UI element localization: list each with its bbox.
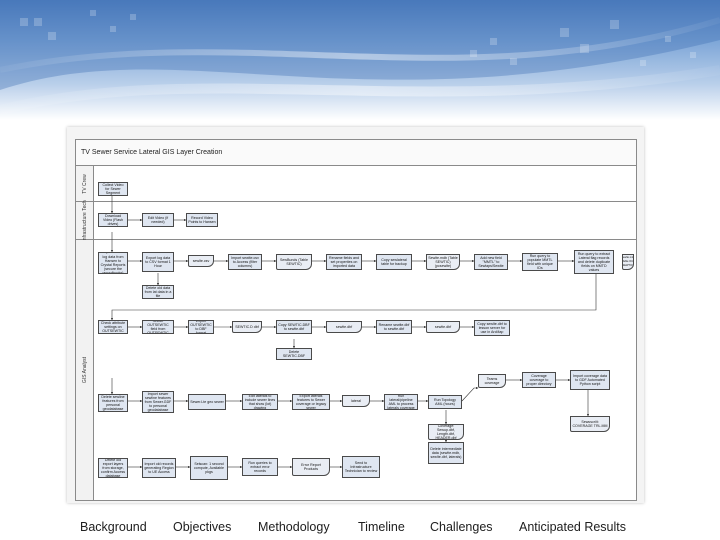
node-coverage-directory: Coverage coverage to proper directory [522, 372, 556, 388]
node-add-mmtl-field: Add new field "MMTL" to Sewlaps/Sewlte [474, 254, 508, 270]
node-error-report: Error Report Products [292, 458, 330, 476]
node-copy-to-server: Copy sewlte.dbf to lesson server for use… [474, 320, 510, 336]
node-rename-dbf: Rename sewlte.dbf to sewlte.dbf [376, 320, 412, 334]
node-delete-sewtic: Delete SEWTIC.DBF [276, 348, 312, 360]
node-edit-video: Edit Video (if needed) [142, 213, 174, 227]
node-extract-lateral-records: Run query to extract Lateral flag record… [574, 250, 614, 274]
header-banner [0, 0, 720, 120]
node-delete-intermediate: Delete intermediate data (sewlte.mdb, se… [428, 442, 464, 464]
node-sewer-lte: Sewer.Lte geo sewer [188, 394, 226, 410]
node-sewuscriit: Sewuscriit: COVERAGE TRL.MM [570, 416, 610, 432]
node-check-attributes: Check attribute settings on OUTSEWTIC [98, 320, 128, 334]
node-collect-video: Collect Video for Sewer Segment [98, 182, 128, 196]
node-sewlte-out: Sewlte.mdb (Table OUT SEWTIC) [622, 254, 634, 270]
node-rename-fields: Rename fields and set properties on impo… [326, 254, 362, 270]
section-nav: Background Objectives Methodology Timeli… [0, 517, 720, 539]
node-download-video: Download Video (Flash drives) [98, 213, 128, 227]
node-sewlte-outsewtic: Sewlte OUTSEWTIC field from OUTSEWTIC [142, 320, 174, 334]
node-import-to-access: Import sewlte.csv to Access (filter colu… [228, 254, 262, 270]
node-sewlte-mdb: Sewlte.mdb (Table SEWTIC) (pcsewlte) [426, 254, 460, 270]
node-delete-export-layers: Delete old export layers from storage, c… [98, 458, 128, 478]
nav-objectives[interactable]: Objectives [173, 520, 231, 534]
node-sewbunds-table: SewBunds (Table SEWTIC) [276, 254, 312, 270]
node-run-error-queries: Run queries to extract error records [242, 458, 278, 476]
node-teams-coverage: Teams coverage [478, 374, 506, 388]
node-sewtic-dbf: SEWTIC.D dbf [232, 321, 262, 333]
node-populate-mmtl: Run query to populate MMTL field with un… [522, 253, 558, 271]
nav-background[interactable]: Background [80, 520, 147, 534]
node-selscan: Selscan: 1 second compute, Available pkg… [190, 456, 228, 480]
node-export-log-csv: Export log data to CSV format 1 Hour [142, 252, 174, 272]
banner-decoration [0, 0, 720, 115]
node-send-to-technician: Send to Infrastructure Technician to rev… [342, 456, 380, 478]
node-coverage-files: Coverage: Sewup.dbf, Length.dbf, HEADER.… [428, 424, 464, 440]
diagram-frame: TV Sewer Service Lateral GIS Layer Creat… [67, 127, 644, 503]
node-export-laterals: Export laterals features to Sewer covera… [292, 394, 330, 410]
node-import-sewline-features: Import sewer sewline features from Sewer… [142, 391, 174, 413]
nav-methodology[interactable]: Methodology [258, 520, 330, 534]
nav-challenges[interactable]: Challenges [430, 520, 493, 534]
nav-timeline[interactable]: Timeline [358, 520, 405, 534]
node-sewlte-dbf-renamed: sewlte.dbf [426, 321, 460, 333]
node-copy-table-backup: Copy sewlateral table for backup [376, 254, 412, 270]
node-run-topology-aml: Run Topology AML (hours) [428, 395, 462, 409]
nav-anticipated-results[interactable]: Anticipated Results [519, 520, 626, 534]
node-import-coverage-python: Import coverage data to GDF Automated Py… [570, 370, 610, 390]
node-sewlte-dbf: sewlte.dbf [326, 321, 362, 333]
node-delete-sewline-features: Delete sewline features from personal ge… [98, 394, 128, 412]
node-run-lateral-aml: Run lateral/pipeline AML to process late… [384, 394, 418, 410]
node-delete-old-data: Delete old data from lat data in a file [142, 285, 174, 299]
node-import-cctv-log: Import CCTV log data from Hansen to Crys… [98, 252, 128, 274]
node-sewlte-csv: sewlte.csv [188, 255, 214, 267]
node-lateral: lateral [342, 395, 370, 407]
node-import-old-records: Import old records generating Region to … [142, 458, 176, 478]
node-copy-dbf: Copy SEWTIC.DBF to sewlte.dbf [276, 320, 312, 334]
node-export-dbf: Export OUTSEWTIC to DBF format [188, 320, 214, 334]
node-record-video-points: Record Video Points to Hansen [186, 213, 218, 227]
process-flowchart: TV Sewer Service Lateral GIS Layer Creat… [75, 139, 637, 501]
node-edit-laterals: Edit laterals to include sewer lines tha… [242, 394, 278, 410]
